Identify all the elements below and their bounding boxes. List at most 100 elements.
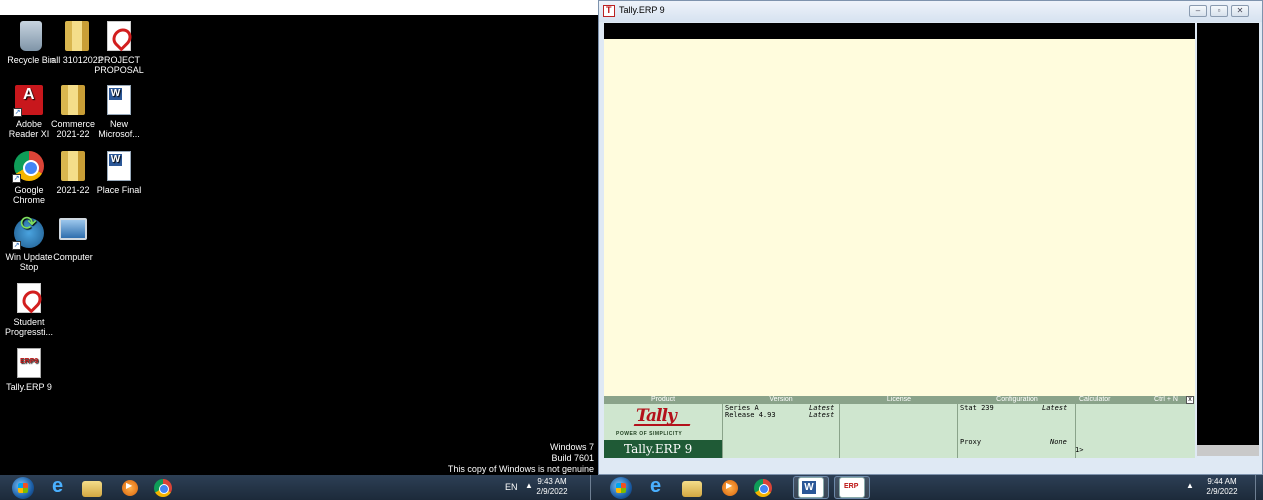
taskbar-right: ▲ 9:44 AM 2/9/2022 — [598, 475, 1263, 500]
start-button[interactable] — [12, 477, 34, 499]
minimize-button[interactable]: – — [1189, 5, 1207, 17]
internet-explorer-icon[interactable] — [646, 475, 668, 498]
show-desktop-button[interactable] — [1255, 475, 1263, 500]
close-button[interactable]: ✕ — [1231, 5, 1249, 17]
word-document-icon — [107, 151, 131, 181]
tally-top-bar — [604, 23, 1195, 39]
left-screen: Recycle Bin all 31012022 PROJECT PROPOSA… — [0, 0, 598, 500]
folder-icon — [61, 151, 85, 181]
right-screen: Tally.ERP 9 – ▫ ✕ Product Version Licens… — [598, 0, 1263, 500]
media-player-icon[interactable] — [722, 480, 738, 496]
tally-product-name: Tally.ERP 9 — [604, 440, 722, 458]
header-configuration: Configuration — [958, 396, 1076, 404]
clock[interactable]: 9:44 AM 2/9/2022 — [1202, 477, 1242, 497]
shortcut-arrow-icon: ↗ — [12, 241, 21, 250]
chrome-icon: ↗ — [12, 151, 44, 183]
clock-date: 2/9/2022 — [1206, 487, 1238, 496]
header-calculator: Calculator — [1076, 396, 1146, 404]
shortcut-arrow-icon: ↗ — [12, 174, 21, 183]
version-column: Series A Latest Release 4.93 Latest — [722, 404, 840, 458]
desktop-icon-label: Recycle Bin — [7, 55, 55, 65]
show-desktop-button[interactable] — [590, 475, 598, 500]
pdf-file-icon — [17, 283, 41, 313]
version-release-status: Latest — [809, 411, 835, 419]
folder-icon — [61, 85, 85, 115]
tally-erp-icon — [17, 348, 41, 378]
maximize-button[interactable]: ▫ — [1210, 5, 1228, 17]
desktop-icon-tally-erp[interactable]: Tally.ERP 9 — [2, 348, 56, 392]
desktop-icon-label: Tally.ERP 9 — [6, 382, 52, 392]
adobe-reader-icon: ↗ — [13, 85, 43, 117]
calculator-close-icon[interactable]: x — [1186, 396, 1194, 404]
desktop-icon-label: Adobe Reader XI — [8, 119, 50, 139]
watermark-line: Windows 7 — [549, 442, 594, 452]
desktop-icon-label: Google Chrome — [12, 185, 45, 205]
language-indicator[interactable]: EN — [505, 482, 518, 492]
word-icon — [798, 477, 824, 498]
clock-time: 9:44 AM — [1207, 477, 1237, 486]
tally-logo-underline — [633, 424, 691, 426]
tally-button-panel-footer — [1197, 445, 1259, 456]
tally-app-icon — [603, 5, 615, 17]
watermark-line: Build 7601 — [551, 453, 594, 463]
start-button[interactable] — [610, 477, 632, 499]
config-proxy-status: None — [1050, 438, 1067, 446]
window-title: Tally.ERP 9 — [619, 5, 665, 15]
desktop-icon-label: Commerce 2021-22 — [50, 119, 95, 139]
media-player-icon[interactable] — [122, 480, 138, 496]
tally-window: Tally.ERP 9 – ▫ ✕ Product Version Licens… — [598, 0, 1263, 475]
desktop-icon-label: 2021-22 — [56, 185, 90, 195]
taskbar: EN ▲ 9:43 AM 2/9/2022 — [0, 475, 598, 500]
windows-watermark: Windows 7 Build 7601 This copy of Window… — [448, 442, 594, 475]
tally-taskbar-button[interactable] — [834, 476, 870, 499]
tally-erp-icon — [839, 477, 865, 498]
version-release: Release 4.93 — [725, 411, 776, 419]
chrome-taskbar-icon[interactable] — [154, 479, 172, 497]
shortcut-arrow-icon: ↗ — [13, 108, 22, 117]
windows-update-icon: ↗ — [12, 218, 44, 250]
desktop-icon-label: Computer — [53, 252, 93, 262]
header-shortcut: Ctrl + N — [1146, 396, 1186, 404]
header-product: Product — [604, 396, 722, 404]
desktop-icon-new-microsoft[interactable]: New Microsof... — [92, 85, 146, 139]
title-bar[interactable]: Tally.ERP 9 – ▫ ✕ — [599, 1, 1262, 22]
chrome-taskbar-icon[interactable] — [754, 479, 772, 497]
tally-work-area[interactable] — [604, 39, 1195, 396]
watermark-line: This copy of Windows is not genuine — [447, 464, 594, 474]
desktop-icon-label: Student Progressti... — [4, 317, 53, 337]
word-taskbar-button[interactable] — [793, 476, 829, 499]
computer-icon — [59, 218, 87, 240]
file-explorer-icon[interactable] — [82, 481, 102, 497]
desktop-icon-place-final[interactable]: Place Final — [92, 151, 146, 195]
internet-explorer-icon[interactable] — [48, 475, 70, 498]
desktop-icon-computer[interactable]: Computer — [46, 218, 100, 262]
file-explorer-icon[interactable] — [682, 481, 702, 497]
tally-button-panel — [1197, 23, 1259, 445]
tally-logo-text: Tally — [636, 406, 677, 426]
header-version: Version — [722, 396, 840, 404]
header-license: License — [840, 396, 958, 404]
desktop: Recycle Bin all 31012022 PROJECT PROPOSA… — [0, 15, 598, 475]
top-strip — [0, 0, 598, 15]
config-proxy: Proxy — [960, 438, 982, 446]
config-stat-status: Latest — [1042, 404, 1068, 412]
desktop-icon-label: Place Final — [96, 185, 142, 195]
tally-logo: Tally POWER OF SIMPLICITY Tally.ERP 9 — [604, 404, 722, 458]
config-stat: Stat 239 — [960, 404, 994, 412]
folder-icon — [65, 21, 89, 51]
clock-date: 2/9/2022 — [536, 487, 568, 496]
desktop-icon-label: New Microsof... — [98, 119, 140, 139]
calculator-prompt[interactable]: 1> — [1075, 446, 1083, 454]
tally-tagline: POWER OF SIMPLICITY — [616, 431, 683, 437]
tray-expand-icon[interactable]: ▲ — [1186, 481, 1194, 490]
desktop-icon-label: PROJECT PROPOSAL — [94, 55, 144, 75]
tally-info-panel: Product Version License Configuration Ca… — [604, 396, 1195, 458]
pdf-file-icon — [107, 21, 131, 51]
desktop-icon-student-progress[interactable]: Student Progressti... — [2, 283, 56, 337]
desktop-icon-project-proposal[interactable]: PROJECT PROPOSAL — [92, 21, 146, 75]
configuration-column: Stat 239 Latest Proxy None — [958, 404, 1076, 458]
word-document-icon — [107, 85, 131, 115]
recycle-bin-icon — [20, 21, 42, 51]
clock[interactable]: 9:43 AM 2/9/2022 — [532, 477, 572, 497]
clock-time: 9:43 AM — [537, 477, 567, 486]
